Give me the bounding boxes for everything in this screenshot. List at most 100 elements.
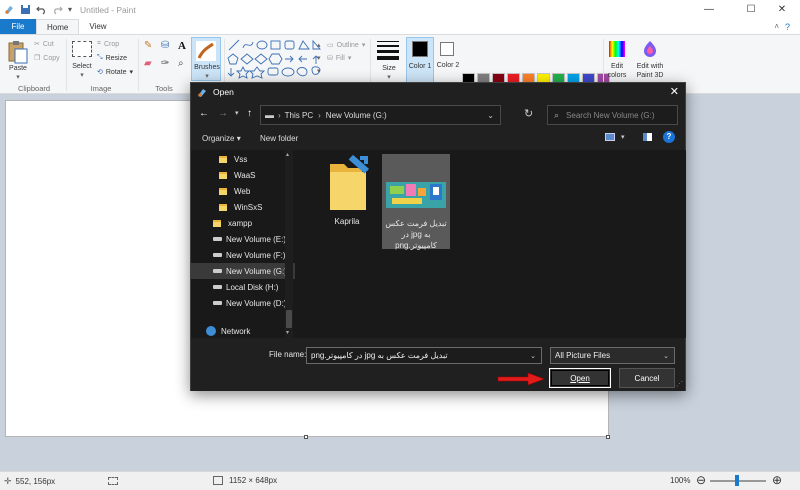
folder-icon xyxy=(219,187,227,195)
resize-button[interactable]: ⤡ Resize xyxy=(97,54,127,62)
address-bar[interactable]: ▬ › This PC › New Volume (G:) ⌄ xyxy=(260,105,501,125)
fill-label: Fill xyxy=(335,54,345,62)
fill-bucket-icon[interactable]: ⛁ xyxy=(161,40,175,52)
navigation-bar: ← → ▾ ↑ ▬ › This PC › New Volume (G:) ⌄ … xyxy=(191,105,685,127)
eraser-icon[interactable]: ▰ xyxy=(144,58,158,69)
refresh-icon[interactable]: ↻ xyxy=(524,107,533,120)
cancel-button[interactable]: Cancel xyxy=(619,368,675,388)
customize-quick-access-icon[interactable]: ▾ xyxy=(68,5,72,14)
redo-icon[interactable] xyxy=(52,4,63,15)
minimize-button[interactable]: — xyxy=(691,0,727,19)
search-box[interactable]: ⌕ Search New Volume (G:) xyxy=(547,105,678,125)
magnifier-icon[interactable]: ⌕ xyxy=(178,58,192,69)
tree-item[interactable]: Network xyxy=(191,323,295,338)
shapes-scroll-up-icon[interactable]: ▴ xyxy=(317,41,321,49)
tree-item-label: New Volume (E:) xyxy=(226,234,287,244)
outline-button[interactable]: ▭ Outline ▾ xyxy=(327,41,365,50)
open-button[interactable]: Open xyxy=(549,368,611,388)
new-folder-button[interactable]: New folder xyxy=(260,134,298,143)
status-bar: ✛ 552, 156px 1152 × 648px 100% ⊖ ⊕ xyxy=(0,471,800,490)
address-dropdown-icon[interactable]: ⌄ xyxy=(487,111,494,120)
up-arrow-icon[interactable]: ↑ xyxy=(247,108,252,119)
shapes-more-icon[interactable]: ▾ xyxy=(317,67,321,75)
tree-item-label: Web xyxy=(234,186,251,196)
cut-button[interactable]: ✂ Cut xyxy=(34,40,54,49)
size-button[interactable]: Size ▾ xyxy=(375,38,403,81)
tab-view[interactable]: View xyxy=(79,19,116,34)
edit-paint3d-button[interactable]: Edit with Paint 3D xyxy=(633,38,667,82)
recent-locations-icon[interactable]: ▾ xyxy=(235,109,239,117)
scissors-icon: ✂ xyxy=(34,41,40,48)
tree-item[interactable]: WinSxS xyxy=(191,199,295,215)
drive-icon xyxy=(213,253,222,257)
color-picker-icon[interactable]: ✑ xyxy=(161,58,175,69)
shapes-gallery[interactable] xyxy=(227,38,322,80)
crop-button[interactable]: ⌗ Crop xyxy=(97,40,119,48)
tree-item[interactable]: Web xyxy=(191,183,295,199)
breadcrumb-new-volume-g[interactable]: New Volume (G:) xyxy=(326,111,387,120)
scroll-down-icon[interactable]: ▾ xyxy=(286,329,289,336)
resize-grip-icon[interactable]: ⋰ xyxy=(676,380,683,388)
brushes-button[interactable]: Brushes ▾ xyxy=(191,37,221,81)
preview-pane-icon[interactable] xyxy=(643,133,652,141)
tab-home[interactable]: Home xyxy=(36,19,80,34)
view-dropdown-icon[interactable]: ▾ xyxy=(621,133,625,141)
help-icon[interactable]: ? xyxy=(663,131,675,143)
save-icon[interactable] xyxy=(20,4,31,15)
tree-item[interactable]: New Volume (F:) xyxy=(191,247,295,263)
file-item-image[interactable]: تبدیل فرمت عکس به jpg در کامپیوتر.png xyxy=(382,154,450,250)
tree-item-label: New Volume (G:) xyxy=(226,266,287,276)
close-button[interactable]: ✕ xyxy=(764,0,800,19)
forward-arrow-icon[interactable]: → xyxy=(218,108,228,119)
scrollbar-thumb[interactable] xyxy=(286,310,292,328)
cursor-position-icon: ✛ xyxy=(4,475,12,486)
scroll-up-icon[interactable]: ▴ xyxy=(286,151,289,158)
zoom-slider-thumb[interactable] xyxy=(735,475,739,486)
back-arrow-icon[interactable]: ← xyxy=(199,108,209,119)
color2-button[interactable]: Color 2 xyxy=(436,37,460,83)
breadcrumb-this-pc[interactable]: This PC xyxy=(285,111,313,120)
drive-icon: ▬ xyxy=(265,110,274,120)
file-name-input[interactable]: تبدیل فرمت عکس به jpg در کامپیوتر.png ⌄ xyxy=(306,347,542,364)
paste-button[interactable]: Paste ▾ xyxy=(4,38,32,81)
tree-item[interactable]: New Volume (D:) xyxy=(191,295,295,311)
canvas-resize-handle[interactable] xyxy=(606,435,610,439)
zoom-in-button[interactable]: ⊕ xyxy=(772,473,782,487)
tree-item[interactable]: New Volume (E:) xyxy=(191,231,295,247)
navigation-scrollbar[interactable]: ▴ ▾ xyxy=(285,150,293,338)
undo-icon[interactable] xyxy=(36,4,47,15)
shapes-scroll-down-icon[interactable]: ▾ xyxy=(317,54,321,62)
organize-button[interactable]: Organize ▾ xyxy=(202,134,241,143)
tree-item[interactable]: Vss xyxy=(191,151,295,167)
select-button[interactable]: Select ▾ xyxy=(70,38,94,80)
color1-label: Color 1 xyxy=(408,63,432,70)
tree-item[interactable]: New Volume (G:) xyxy=(191,263,295,279)
brush-icon xyxy=(196,41,216,61)
help-icon[interactable]: ? xyxy=(785,22,790,32)
color1-button[interactable]: Color 1 xyxy=(406,37,434,83)
view-options-icon[interactable] xyxy=(605,133,615,141)
file-item-folder[interactable]: Kaprila xyxy=(313,154,381,226)
text-tool-icon[interactable]: A xyxy=(178,40,192,52)
select-dropdown-icon[interactable]: ▾ xyxy=(68,71,96,79)
dialog-close-button[interactable]: ✕ xyxy=(670,85,679,98)
resize-label: Resize xyxy=(105,54,128,62)
pencil-icon[interactable]: ✎ xyxy=(144,40,158,52)
fill-button[interactable]: ⛁ Fill ▾ xyxy=(327,54,351,63)
title-bar: ▾ Untitled - Paint — ☐ ✕ xyxy=(0,0,800,19)
rotate-button[interactable]: ⟲ Rotate ▾ xyxy=(97,68,133,77)
ribbon-separator xyxy=(66,39,67,91)
zoom-out-button[interactable]: ⊖ xyxy=(696,473,706,487)
tree-item[interactable]: Local Disk (H:) xyxy=(191,279,295,295)
edit-colors-button[interactable]: Edit colors xyxy=(605,38,629,82)
collapse-ribbon-icon[interactable]: ˄ xyxy=(774,22,779,31)
copy-button[interactable]: ❐ Copy xyxy=(34,54,60,63)
tree-item[interactable]: WaaS xyxy=(191,167,295,183)
file-name-dropdown-icon[interactable]: ⌄ xyxy=(530,352,536,360)
canvas-resize-handle[interactable] xyxy=(304,435,308,439)
color2-swatch xyxy=(440,42,454,56)
tab-file[interactable]: File xyxy=(0,19,36,34)
paste-dropdown-icon[interactable]: ▾ xyxy=(4,73,32,81)
tree-item[interactable]: xampp xyxy=(191,215,295,231)
file-type-filter[interactable]: All Picture Files ⌄ xyxy=(550,347,675,364)
